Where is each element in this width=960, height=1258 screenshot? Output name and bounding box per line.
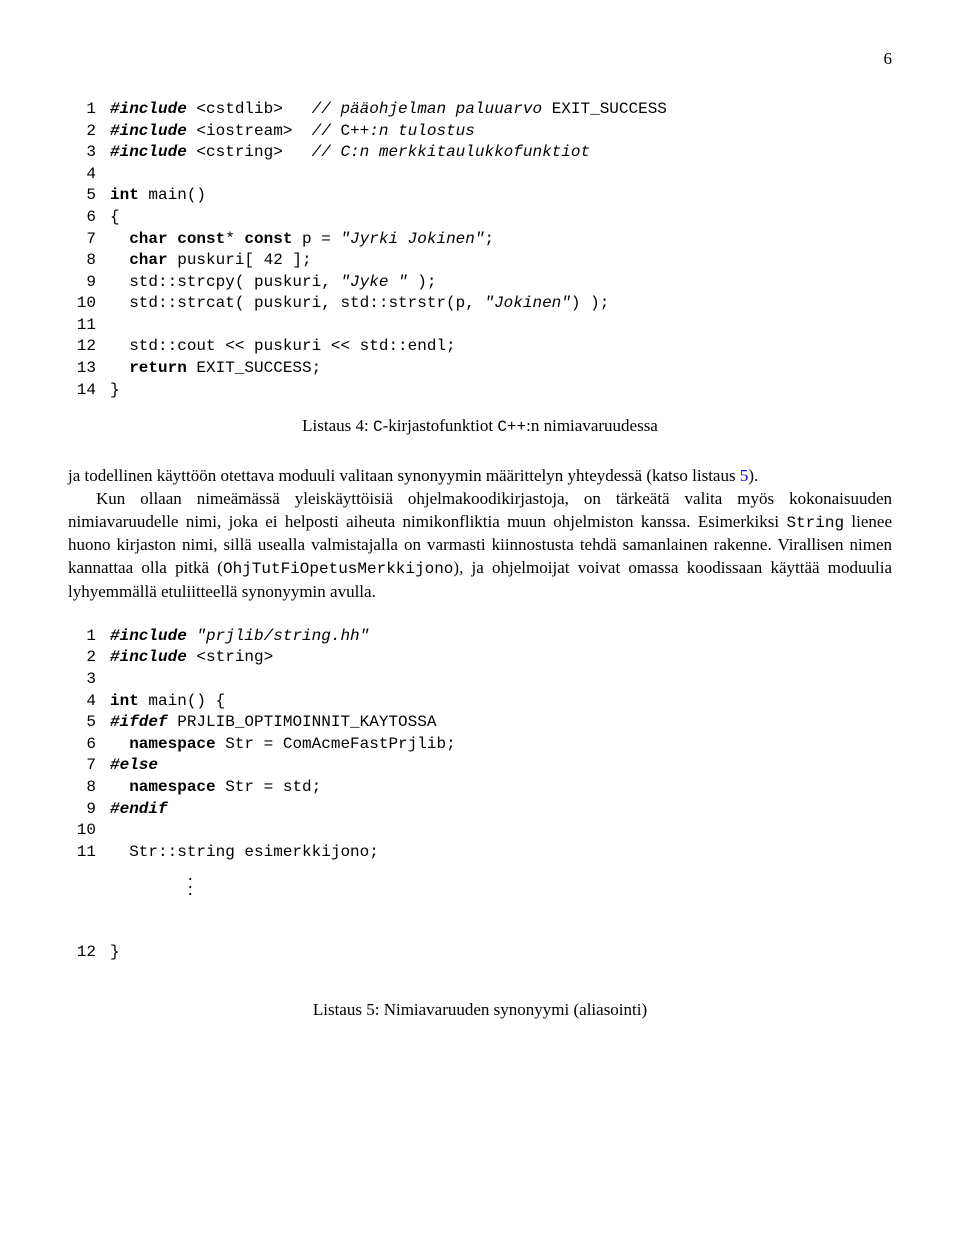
line-number: 13 xyxy=(68,358,110,380)
code-line: 3#include <cstring> // C:n merkkitaulukk… xyxy=(68,142,892,164)
line-number: 10 xyxy=(68,820,110,842)
text: Kun ollaan nimeämässä yleiskäyttöisiä oh… xyxy=(68,489,892,531)
code-line: 5int main() xyxy=(68,185,892,207)
code-content: Str::string esimerkkijono; xyxy=(110,842,379,864)
code-line: 3 xyxy=(68,669,892,691)
code-content xyxy=(110,820,120,842)
line-number: 14 xyxy=(68,380,110,402)
listing-4-caption: Listaus 4: C-kirjastofunktiot C++:n nimi… xyxy=(68,415,892,439)
text: ja todellinen käyttöön otettava moduuli … xyxy=(68,466,740,485)
code-line: 11 Str::string esimerkkijono; xyxy=(68,842,892,864)
line-number: 4 xyxy=(68,691,110,713)
code-content: std::strcat( puskuri, std::strstr(p, "Jo… xyxy=(110,293,609,315)
code-content xyxy=(110,315,120,337)
code-content: #include <cstdlib> // pääohjelman paluua… xyxy=(110,99,667,121)
code-content: #include <iostream> // C++:n tulostus xyxy=(110,121,475,143)
code-line: 1#include "prjlib/string.hh" xyxy=(68,626,892,648)
code-line: 12 std::cout << puskuri << std::endl; xyxy=(68,336,892,358)
text: ). xyxy=(748,466,758,485)
code-line: 7 char const* const p = "Jyrki Jokinen"; xyxy=(68,229,892,251)
code-content: int main() { xyxy=(110,691,225,713)
code-content: #endif xyxy=(110,799,168,821)
line-number: 3 xyxy=(68,669,110,691)
line-number: 7 xyxy=(68,229,110,251)
code-content: #include <cstring> // C:n merkkitaulukko… xyxy=(110,142,590,164)
line-number: 7 xyxy=(68,755,110,777)
code-line: 1#include <cstdlib> // pääohjelman paluu… xyxy=(68,99,892,121)
code-line: 11 xyxy=(68,315,892,337)
code-line: 8 char puskuri[ 42 ]; xyxy=(68,250,892,272)
line-number: 5 xyxy=(68,712,110,734)
code-line: 2#include <string> xyxy=(68,647,892,669)
code-line: 6{ xyxy=(68,207,892,229)
code-line: 9#endif xyxy=(68,799,892,821)
line-number: 11 xyxy=(68,315,110,337)
code-content: namespace Str = std; xyxy=(110,777,321,799)
code-content: } xyxy=(110,942,120,964)
caption-code: C++ xyxy=(497,418,526,436)
code-line: 7#else xyxy=(68,755,892,777)
line-number: 5 xyxy=(68,185,110,207)
line-number: 9 xyxy=(68,799,110,821)
line-number: 1 xyxy=(68,626,110,648)
caption-text: Listaus 4: xyxy=(302,416,373,435)
code-line: 13 return EXIT_SUCCESS; xyxy=(68,358,892,380)
code-line: 14} xyxy=(68,380,892,402)
code-content: std::strcpy( puskuri, "Jyke " ); xyxy=(110,272,436,294)
code-content xyxy=(110,164,120,186)
line-number: 12 xyxy=(68,336,110,358)
code-listing-5: 1#include "prjlib/string.hh"2#include <s… xyxy=(68,626,892,864)
code-content xyxy=(110,669,120,691)
paragraph: ja todellinen käyttöön otettava moduuli … xyxy=(68,465,892,488)
code-content: } xyxy=(110,380,120,402)
line-number: 11 xyxy=(68,842,110,864)
code-line: 10 std::strcat( puskuri, std::strstr(p, … xyxy=(68,293,892,315)
code-line: 6 namespace Str = ComAcmeFastPrjlib; xyxy=(68,734,892,756)
code-content: char puskuri[ 42 ]; xyxy=(110,250,312,272)
page-number: 6 xyxy=(68,48,892,71)
inline-code: OhjTutFiOpetusMerkkijono xyxy=(223,560,453,578)
vertical-ellipsis-icon: ... xyxy=(68,871,892,893)
code-line: 5#ifdef PRJLIB_OPTIMOINNIT_KAYTOSSA xyxy=(68,712,892,734)
inline-code: String xyxy=(786,514,844,532)
code-line: 12 } xyxy=(68,942,892,964)
code-line: 9 std::strcpy( puskuri, "Jyke " ); xyxy=(68,272,892,294)
code-line: 4 xyxy=(68,164,892,186)
caption-text: -kirjastofunktiot xyxy=(383,416,498,435)
line-number: 6 xyxy=(68,207,110,229)
listing-5-caption: Listaus 5: Nimiavaruuden synonyymi (alia… xyxy=(68,999,892,1022)
line-number: 10 xyxy=(68,293,110,315)
code-line: 10 xyxy=(68,820,892,842)
code-content: namespace Str = ComAcmeFastPrjlib; xyxy=(110,734,456,756)
line-number: 9 xyxy=(68,272,110,294)
code-content: #else xyxy=(110,755,158,777)
line-number: 4 xyxy=(68,164,110,186)
code-listing-4: 1#include <cstdlib> // pääohjelman paluu… xyxy=(68,99,892,401)
code-line: 4int main() { xyxy=(68,691,892,713)
line-number: 2 xyxy=(68,121,110,143)
code-content: char const* const p = "Jyrki Jokinen"; xyxy=(110,229,494,251)
line-number: 2 xyxy=(68,647,110,669)
code-line: 8 namespace Str = std; xyxy=(68,777,892,799)
code-content: #include "prjlib/string.hh" xyxy=(110,626,369,648)
body-text: ja todellinen käyttöön otettava moduuli … xyxy=(68,465,892,604)
line-number: 12 xyxy=(68,942,110,964)
code-content: int main() xyxy=(110,185,206,207)
code-content: #ifdef PRJLIB_OPTIMOINNIT_KAYTOSSA xyxy=(110,712,436,734)
paragraph: Kun ollaan nimeämässä yleiskäyttöisiä oh… xyxy=(68,488,892,604)
code-line: 2#include <iostream> // C++:n tulostus xyxy=(68,121,892,143)
line-number: 1 xyxy=(68,99,110,121)
caption-text: :n nimiavaruudessa xyxy=(526,416,658,435)
code-content: { xyxy=(110,207,120,229)
line-number: 6 xyxy=(68,734,110,756)
line-number: 3 xyxy=(68,142,110,164)
line-number: 8 xyxy=(68,250,110,272)
code-content: return EXIT_SUCCESS; xyxy=(110,358,321,380)
line-number: 8 xyxy=(68,777,110,799)
code-content: #include <string> xyxy=(110,647,273,669)
code-listing-5-tail: 12 } xyxy=(68,899,892,985)
caption-code: C xyxy=(373,418,383,436)
code-content: std::cout << puskuri << std::endl; xyxy=(110,336,456,358)
